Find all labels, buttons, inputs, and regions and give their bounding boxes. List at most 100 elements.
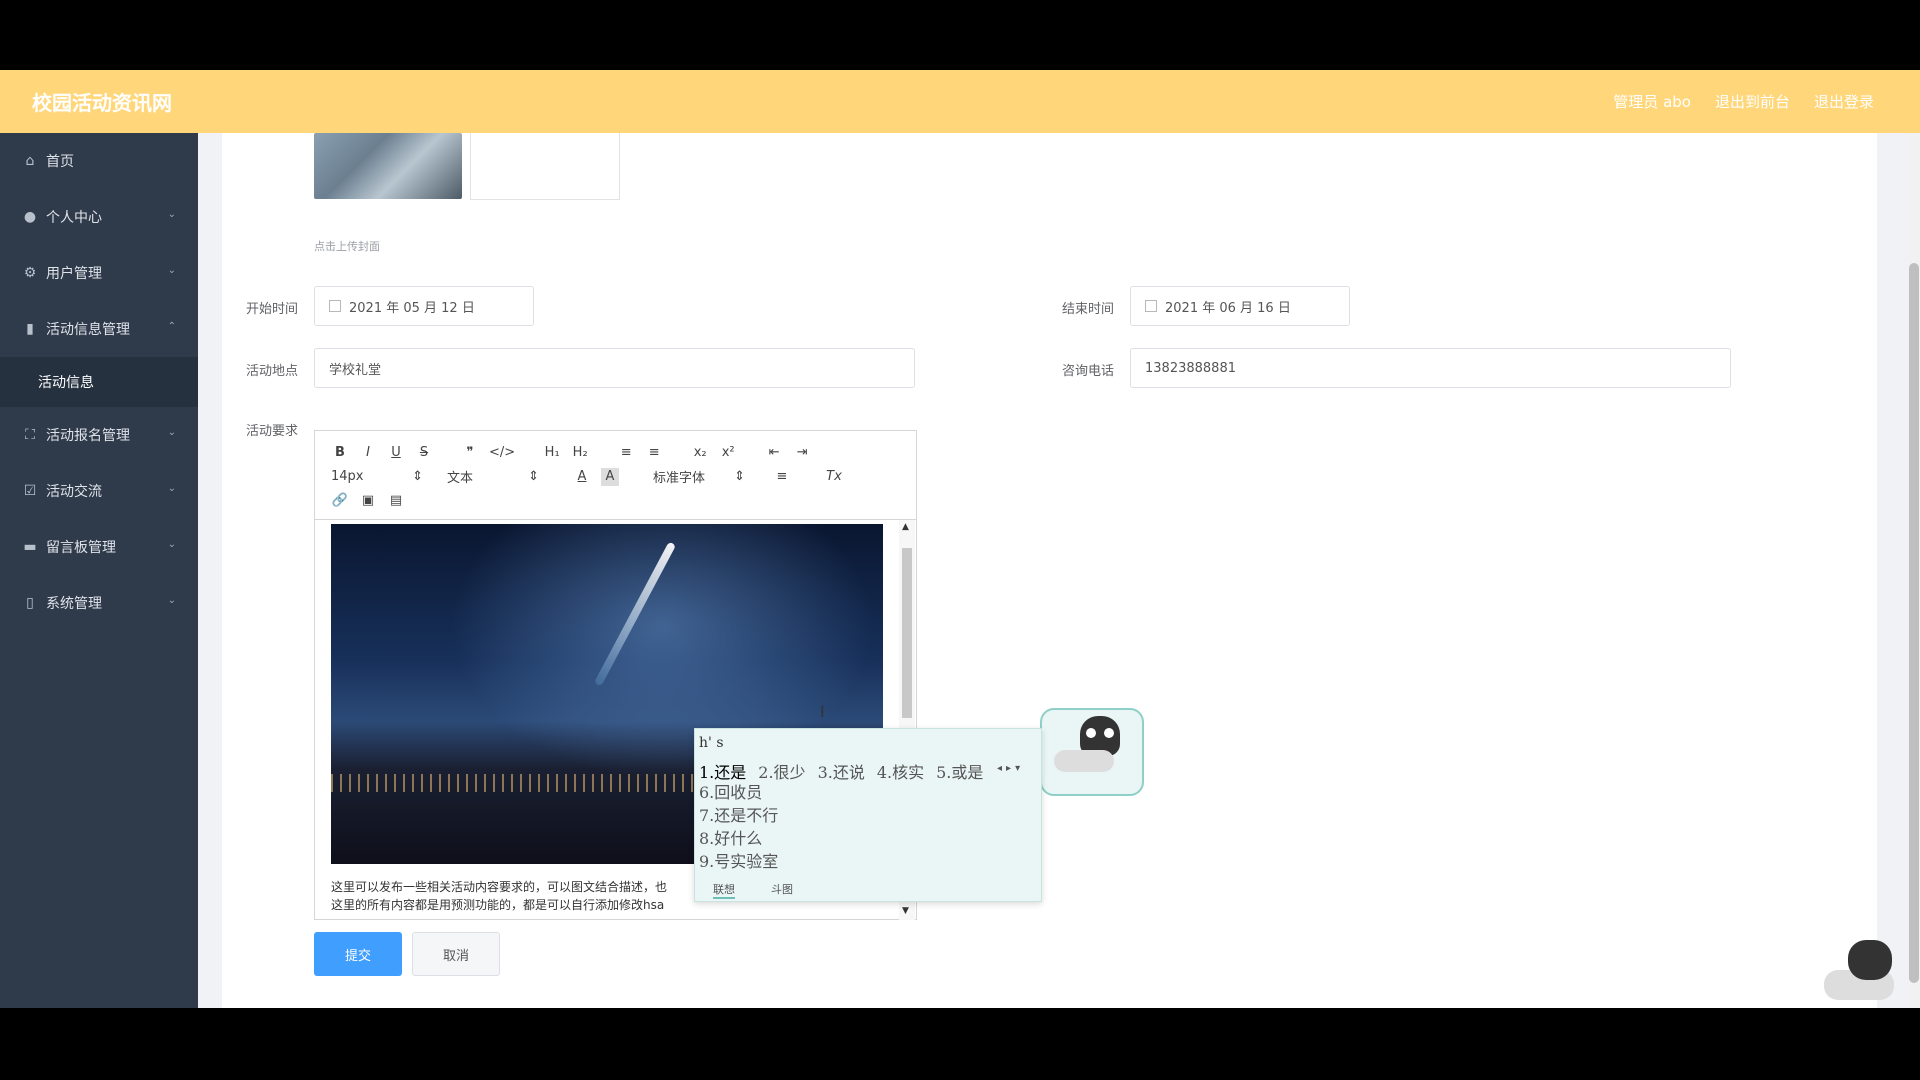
italic-button[interactable]: I [359, 443, 377, 461]
ordered-list-button[interactable]: ≡ [617, 443, 635, 461]
ime-tabs: 联想 斗图 [713, 881, 793, 899]
sidebar-item-message-board[interactable]: ▬ 留言板管理 ⌄ [0, 519, 198, 575]
superscript-button[interactable]: x² [719, 443, 737, 461]
font-family-select[interactable]: 标准字体 ⇕ [653, 467, 745, 486]
app-header: 校园活动资讯网 管理员 abo 退出到前台 退出登录 [0, 70, 1920, 133]
align-button[interactable]: ≡ [773, 468, 791, 486]
font-size-value: 14px [331, 469, 364, 484]
editor-toolbar: B I U S ❞ </> H₁ H₂ ≡ ≡ x₂ x² ⇤ ⇥ 14px ⇕… [315, 431, 916, 517]
phone-value: 13823888881 [1145, 360, 1236, 376]
end-time-value: 2021 年 06 月 16 日 [1165, 300, 1291, 316]
chevron-down-icon: ⌄ [167, 595, 176, 606]
comet-streak [593, 541, 677, 687]
underline-button[interactable]: U [387, 443, 405, 461]
sidebar-item-label: 个人中心 [46, 210, 102, 226]
expand-icon: ⛶ [25, 427, 35, 443]
monitor-icon: ▬ [23, 539, 37, 555]
logout-link[interactable]: 退出登录 [1814, 91, 1874, 112]
sidebar-item-label: 留言板管理 [46, 540, 116, 556]
outdent-button[interactable]: ⇤ [765, 443, 783, 461]
toolbar-row-3: 🔗 ▣ ▤ [331, 491, 405, 509]
select-arrows-icon: ⇕ [734, 469, 745, 484]
ime-candidate-8[interactable]: 8.好什么 [699, 827, 778, 850]
page-scrollbar[interactable] [1908, 133, 1920, 1008]
sidebar-item-profile[interactable]: ● 个人中心 ⌄ [0, 189, 198, 245]
checklist-icon: ☑ [23, 483, 37, 499]
location-input[interactable]: 学校礼堂 [314, 348, 915, 388]
sidebar-item-user-management[interactable]: ⚙ 用户管理 ⌄ [0, 245, 198, 301]
ime-candidate-2[interactable]: 2.很少 [758, 759, 805, 783]
ime-candidate-9[interactable]: 9.号实验室 [699, 850, 778, 873]
sidebar-item-label: 活动信息管理 [46, 322, 130, 338]
image-button[interactable]: ▣ [359, 491, 377, 509]
back-to-front-link[interactable]: 退出到前台 [1715, 91, 1790, 112]
h1-button[interactable]: H₁ [543, 443, 561, 461]
bar-chart-icon: ▮ [26, 321, 34, 337]
cover-image-thumbnail[interactable] [314, 133, 462, 199]
header-select[interactable]: 文本 ⇕ [447, 467, 539, 486]
mascot-head-icon [1848, 940, 1892, 980]
header-value: 文本 [447, 471, 474, 486]
text-color-button[interactable]: A [573, 468, 591, 486]
header-actions: 管理员 abo 退出到前台 退出登录 [1613, 91, 1874, 112]
requirements-label: 活动要求 [246, 424, 299, 439]
phone-input[interactable]: 13823888881 [1130, 348, 1731, 388]
site-brand[interactable]: 校园活动资讯网 [32, 87, 172, 116]
h2-button[interactable]: H₂ [571, 443, 589, 461]
scroll-down-icon[interactable]: ▼ [902, 906, 909, 916]
scroll-up-icon[interactable]: ▲ [902, 522, 909, 532]
sidebar-item-registration-management[interactable]: ⛶ 活动报名管理 ⌄ [0, 407, 198, 463]
expand-dropdown-icon[interactable]: ▾ [1015, 763, 1020, 774]
page-scroll-thumb[interactable] [1909, 263, 1919, 983]
ime-candidate-window: h' s 1.还是 2.很少 3.还说 4.核实 5.或是 ◂ ▸ ▾ 6.回收… [694, 728, 1042, 902]
bold-button[interactable]: B [331, 443, 349, 461]
submit-button[interactable]: 提交 [314, 932, 402, 976]
end-time-input[interactable]: 2021 年 06 月 16 日 [1130, 286, 1350, 326]
sidebar-subitem-label: 活动信息 [38, 375, 94, 391]
chevron-down-icon: ⌄ [167, 427, 176, 438]
background-color-button[interactable]: A [601, 467, 619, 486]
ime-candidate-1[interactable]: 1.还是 [699, 759, 746, 783]
ime-tab-association[interactable]: 联想 [713, 881, 735, 899]
bullet-list-button[interactable]: ≡ [645, 443, 663, 461]
start-time-value: 2021 年 05 月 12 日 [349, 300, 475, 316]
ime-candidate-7[interactable]: 7.还是不行 [699, 804, 778, 827]
quote-button[interactable]: ❞ [461, 443, 479, 461]
sidebar-item-activity-exchange[interactable]: ☑ 活动交流 ⌄ [0, 463, 198, 519]
sidebar-item-label: 首页 [46, 154, 74, 170]
editor-scroll-thumb[interactable] [902, 548, 912, 718]
code-button[interactable]: </> [489, 443, 515, 461]
ime-more-candidates: 6.回收员 7.还是不行 8.好什么 9.号实验室 [699, 781, 778, 873]
sidebar: ⌂ 首页 ● 个人中心 ⌄ ⚙ 用户管理 ⌄ ▮ 活动信息管理 ⌃ 活动信息 ⛶… [0, 133, 198, 1008]
end-time-label: 结束时间 [1062, 302, 1115, 317]
link-button[interactable]: 🔗 [331, 491, 349, 509]
sidebar-item-label: 系统管理 [46, 596, 102, 612]
video-button[interactable]: ▤ [387, 491, 405, 509]
cover-upload-box[interactable] [470, 133, 620, 200]
strike-button[interactable]: S [415, 443, 433, 461]
cancel-button[interactable]: 取消 [412, 932, 500, 976]
ime-tab-sticker[interactable]: 斗图 [771, 881, 793, 899]
start-time-input[interactable]: 2021 年 05 月 12 日 [314, 286, 534, 326]
prev-page-icon[interactable]: ◂ [997, 763, 1002, 774]
sidebar-item-home[interactable]: ⌂ 首页 [0, 133, 198, 189]
ime-candidate-6[interactable]: 6.回收员 [699, 781, 778, 804]
font-size-select[interactable]: 14px ⇕ [331, 469, 423, 484]
sidebar-subitem-activity-info[interactable]: 活动信息 [0, 357, 198, 407]
ime-candidate-5[interactable]: 5.或是 [936, 759, 983, 783]
chevron-down-icon: ⌄ [167, 209, 176, 220]
admin-user-label[interactable]: 管理员 abo [1613, 91, 1691, 112]
sidebar-item-activity-info-management[interactable]: ▮ 活动信息管理 ⌃ [0, 301, 198, 357]
subscript-button[interactable]: x₂ [691, 443, 709, 461]
next-page-icon[interactable]: ▸ [1006, 763, 1011, 774]
chevron-down-icon: ⌄ [167, 483, 176, 494]
toolbar-row-2: 14px ⇕ 文本 ⇕ A A 标准字体 ⇕ ≡ Tx [331, 467, 843, 486]
corner-mascot[interactable] [1818, 940, 1908, 1006]
home-icon: ⌂ [25, 153, 35, 169]
ime-pager: ◂ ▸ ▾ [997, 763, 1020, 774]
sidebar-item-system-management[interactable]: ▯ 系统管理 ⌄ [0, 575, 198, 631]
ime-candidate-4[interactable]: 4.核实 [877, 759, 924, 783]
ime-candidate-3[interactable]: 3.还说 [818, 759, 865, 783]
clear-format-button[interactable]: Tx [825, 468, 843, 486]
indent-button[interactable]: ⇥ [793, 443, 811, 461]
